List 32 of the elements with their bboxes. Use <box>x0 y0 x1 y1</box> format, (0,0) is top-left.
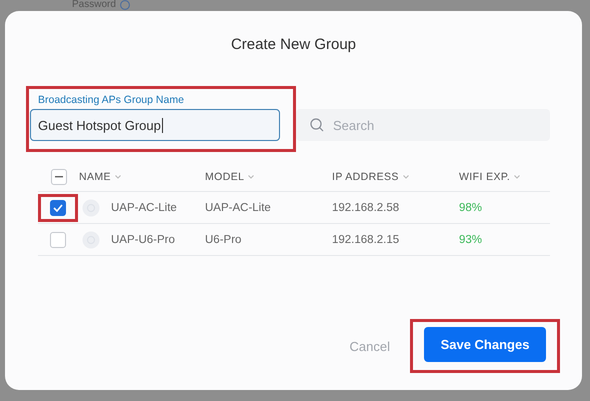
table-cell: 98% <box>459 202 482 214</box>
checkbox[interactable] <box>50 232 66 248</box>
save-button[interactable]: Save Changes <box>424 327 546 362</box>
sort-caret-icon <box>114 174 121 178</box>
table-cell: UAP-U6-Pro <box>111 234 175 246</box>
minus-icon <box>54 176 62 178</box>
table-cell: UAP-AC-Lite <box>205 202 271 214</box>
field-label: Broadcasting APs Group Name <box>38 93 185 107</box>
checkbox[interactable] <box>50 200 66 216</box>
table-cell: 93% <box>459 234 482 246</box>
table-cell: 192.168.2.15 <box>332 234 400 246</box>
access-point-icon <box>82 230 100 248</box>
table-cell: 192.168.2.58 <box>332 202 400 214</box>
column-header[interactable]: WIFI EXP. <box>459 170 510 182</box>
info-icon <box>120 0 130 10</box>
dialog-title: Create New Group <box>230 36 356 53</box>
sort-caret-icon <box>514 174 520 178</box>
access-point-icon <box>82 198 100 216</box>
checkbox[interactable] <box>50 168 66 184</box>
column-header[interactable]: IP ADDRESS <box>332 170 399 182</box>
table-row[interactable]: UAP-AC-Lite UAP-AC-Lite 192.168.2.58 98% <box>38 192 550 224</box>
group-name-field[interactable]: Guest Hotspot Group <box>30 109 280 141</box>
column-header[interactable]: NAME <box>79 170 111 182</box>
sort-caret-icon <box>402 174 409 178</box>
column-header[interactable]: MODEL <box>205 170 244 182</box>
background-label: Password <box>72 0 116 9</box>
search-icon <box>310 118 324 132</box>
table-row[interactable]: UAP-U6-Pro U6-Pro 192.168.2.15 93% <box>38 224 550 256</box>
check-icon <box>52 204 62 212</box>
sort-caret-icon <box>248 174 254 178</box>
table-cell: U6-Pro <box>205 234 242 246</box>
table-cell: UAP-AC-Lite <box>111 202 177 214</box>
